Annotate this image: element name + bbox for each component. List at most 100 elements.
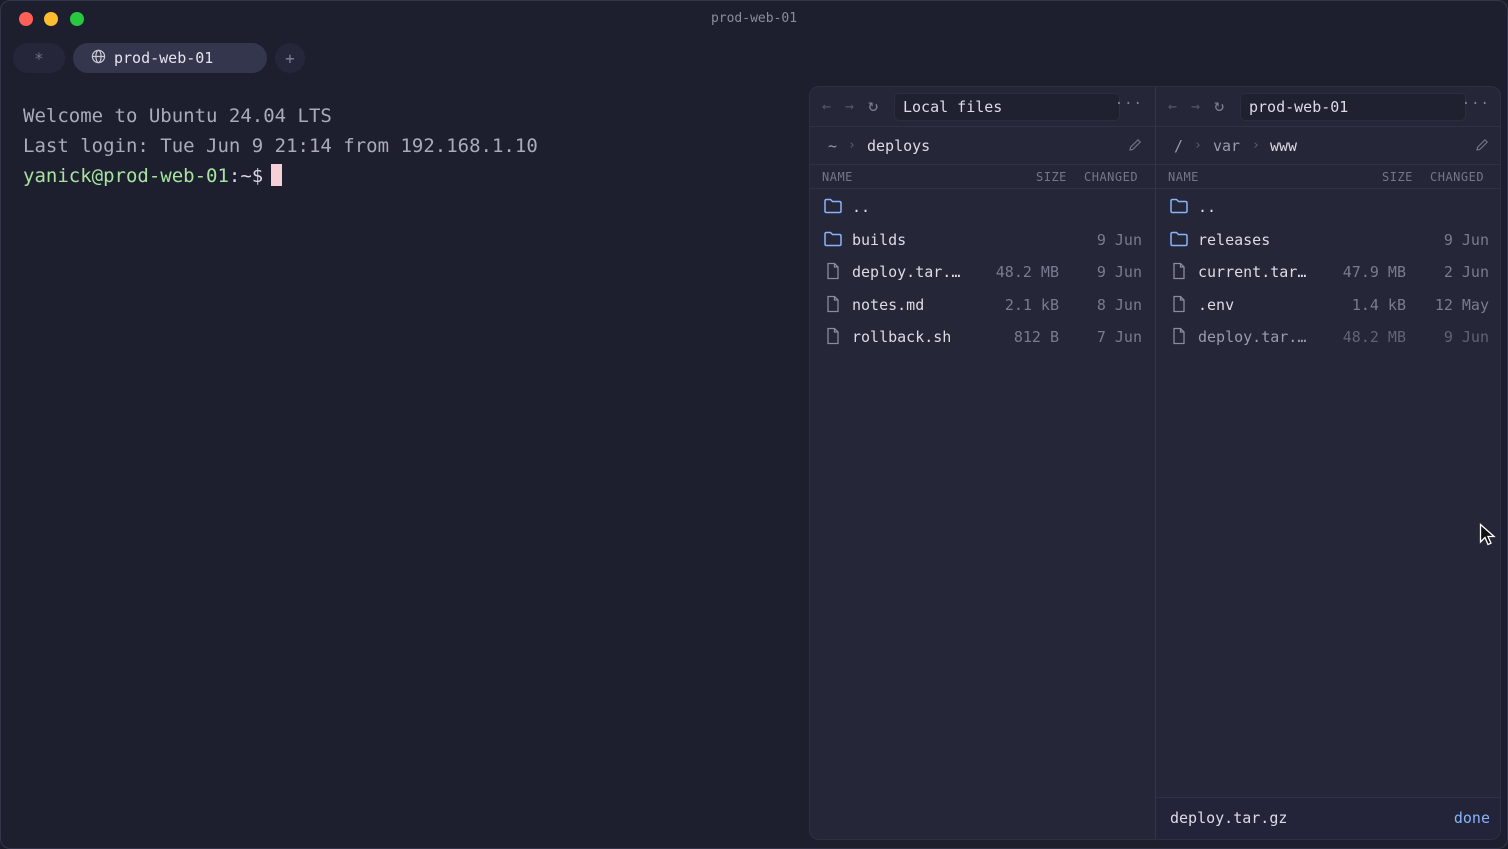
file-name: builds [852, 230, 907, 249]
refresh-icon[interactable]: ↻ [1214, 96, 1224, 116]
breadcrumb-item[interactable]: ~ [828, 137, 837, 155]
chevron-right-icon: › [1252, 138, 1260, 153]
column-headers: NAME SIZE CHANGED [810, 165, 1155, 189]
sftp-file-panel: ← → ↻ Local files ··· ~ › deploys NAME S… [809, 86, 1501, 840]
more-options-icon[interactable]: ··· [1115, 96, 1143, 112]
plus-icon: + [285, 48, 295, 68]
file-row[interactable]: .env 1.4 kB 12 May [1156, 289, 1500, 321]
window-title: prod-web-01 [710, 11, 798, 26]
column-name[interactable]: NAME [1168, 170, 1199, 184]
tab-prod-web-01[interactable]: prod-web-01 [73, 43, 267, 73]
file-icon [1169, 295, 1189, 313]
pencil-icon[interactable] [1127, 137, 1143, 157]
location-selector[interactable]: Local files [894, 93, 1120, 121]
file-changed: 9 Jun [1443, 328, 1489, 346]
forward-arrow-icon[interactable]: → [1191, 97, 1200, 115]
terminal-prompt: yanick@prod-web-01:~$ [23, 161, 538, 191]
file-changed: 2 Jun [1443, 263, 1489, 281]
tab-label: prod-web-01 [114, 49, 214, 67]
prompt-suffix: :~$ [228, 165, 264, 187]
folder-icon [823, 197, 843, 215]
breadcrumb-item[interactable]: / [1174, 137, 1183, 155]
terminal-line: Welcome to Ubuntu 24.04 LTS [23, 105, 332, 127]
file-name: .. [852, 198, 871, 216]
breadcrumb: / › var › www [1156, 127, 1500, 165]
file-row[interactable]: deploy.tar.… 48.2 MB 9 Jun [810, 256, 1155, 288]
file-size: 2.1 kB [1004, 295, 1059, 314]
file-name: deploy.tar.… [852, 263, 961, 281]
file-row[interactable]: .. [1156, 191, 1500, 223]
pane-toolbar: ← → ↻ prod-web-01 ··· [1156, 87, 1500, 127]
column-headers: NAME SIZE CHANGED [1156, 165, 1500, 189]
file-size: 47.9 MB [1342, 263, 1406, 281]
tab-bar: * prod-web-01 + [13, 43, 305, 73]
transfer-file-name: deploy.tar.gz [1170, 809, 1288, 827]
file-name: .env [1198, 295, 1235, 314]
file-size: 1.4 kB [1351, 295, 1406, 314]
terminal-cursor [271, 164, 283, 186]
file-row[interactable]: rollback.sh 812 B 7 Jun [810, 321, 1155, 353]
mouse-pointer-icon [1479, 523, 1496, 546]
terminal-output[interactable]: Welcome to Ubuntu 24.04 LTS Last login: … [23, 101, 538, 191]
file-name: rollback.sh [852, 328, 952, 346]
file-row[interactable]: notes.md 2.1 kB 8 Jun [810, 289, 1155, 321]
file-icon [823, 327, 843, 345]
file-icon [1169, 327, 1189, 345]
breadcrumb-item[interactable]: var [1213, 137, 1240, 155]
file-name: .. [1198, 198, 1217, 216]
folder-icon [823, 230, 843, 248]
prompt-user-host: yanick@prod-web-01 [23, 165, 229, 187]
file-icon [823, 262, 843, 280]
terminal-window: prod-web-01 * prod-web-01 + Welcome to U… [0, 0, 1508, 849]
file-row[interactable]: current.tar… 47.9 MB 2 Jun [1156, 256, 1500, 288]
file-icon [1169, 262, 1189, 280]
transfer-status[interactable]: done [1454, 809, 1490, 827]
terminal-line: Last login: Tue Jun 9 21:14 from 192.168… [23, 135, 538, 157]
more-options-icon[interactable]: ··· [1462, 96, 1490, 112]
refresh-icon[interactable]: ↻ [868, 96, 878, 116]
file-row[interactable]: builds 9 Jun [810, 224, 1155, 256]
breadcrumb-item[interactable]: deploys [867, 137, 930, 155]
chevron-right-icon: › [1194, 138, 1202, 153]
column-changed[interactable]: CHANGED [1084, 170, 1138, 184]
remote-files-pane: ← → ↻ prod-web-01 ··· / › var › www NAME… [1156, 87, 1500, 839]
file-changed: 9 Jun [1443, 230, 1489, 249]
back-arrow-icon[interactable]: ← [822, 97, 831, 115]
column-size[interactable]: SIZE [1036, 170, 1067, 184]
column-changed[interactable]: CHANGED [1430, 170, 1484, 184]
file-row[interactable]: releases 9 Jun [1156, 224, 1500, 256]
pane-toolbar: ← → ↻ Local files ··· [810, 87, 1155, 127]
column-name[interactable]: NAME [822, 170, 853, 184]
chevron-right-icon: › [848, 138, 856, 153]
file-changed: 9 Jun [1096, 263, 1142, 281]
file-name: releases [1198, 230, 1271, 249]
globe-icon [91, 49, 106, 68]
file-changed: 7 Jun [1096, 328, 1142, 346]
local-files-pane: ← → ↻ Local files ··· ~ › deploys NAME S… [810, 87, 1156, 839]
pencil-icon[interactable] [1474, 137, 1490, 157]
asterisk-icon: * [34, 48, 44, 68]
file-changed: 12 May [1434, 295, 1489, 314]
location-selector[interactable]: prod-web-01 [1240, 93, 1466, 121]
file-size: 48.2 MB [1342, 328, 1406, 346]
file-icon [823, 295, 843, 313]
file-row[interactable]: deploy.tar.… 48.2 MB 9 Jun [1156, 321, 1500, 353]
file-changed: 9 Jun [1096, 230, 1142, 249]
tab-home[interactable]: * [13, 43, 65, 73]
file-row[interactable]: .. [810, 191, 1155, 223]
breadcrumb-item[interactable]: www [1270, 137, 1297, 155]
forward-arrow-icon[interactable]: → [845, 97, 854, 115]
column-size[interactable]: SIZE [1382, 170, 1413, 184]
file-name: current.tar… [1198, 263, 1307, 281]
file-name: deploy.tar.… [1198, 328, 1307, 346]
breadcrumb: ~ › deploys [810, 127, 1155, 165]
file-changed: 8 Jun [1096, 295, 1142, 314]
folder-icon [1169, 197, 1189, 215]
file-size: 48.2 MB [995, 263, 1059, 281]
back-arrow-icon[interactable]: ← [1168, 97, 1177, 115]
new-tab-button[interactable]: + [275, 43, 305, 73]
title-bar: prod-web-01 [1, 1, 1507, 37]
file-size: 812 B [1013, 328, 1059, 346]
folder-icon [1169, 230, 1189, 248]
file-name: notes.md [852, 295, 925, 314]
